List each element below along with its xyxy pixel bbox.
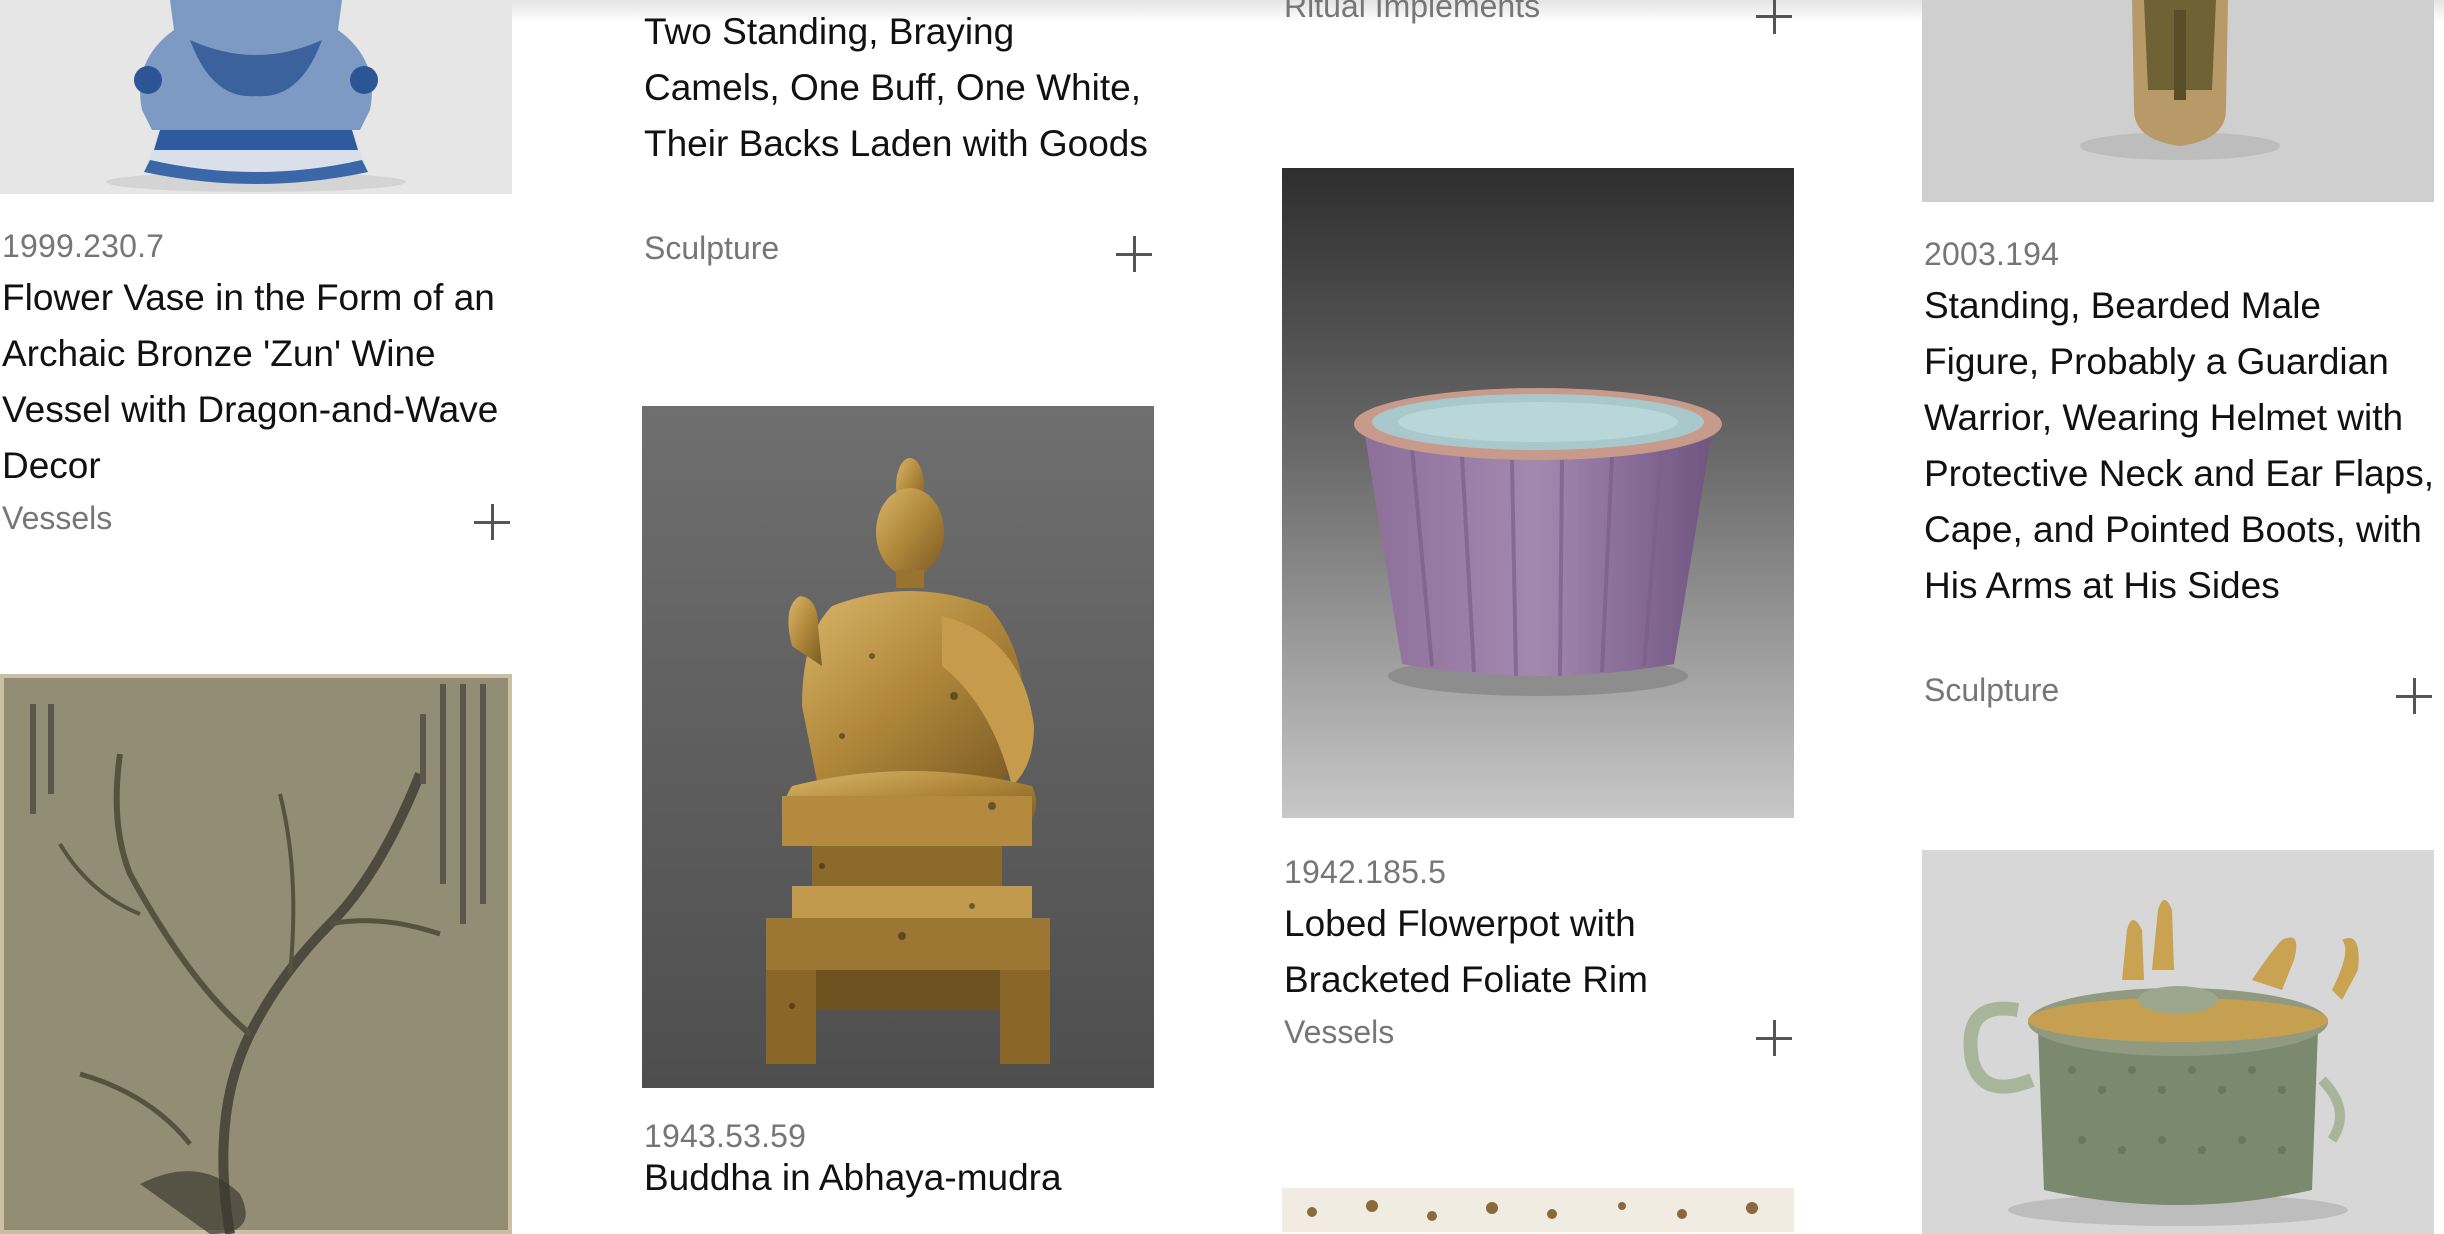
vase-image bbox=[0, 0, 512, 194]
accession-number: 1999.230.7 bbox=[2, 228, 165, 264]
flowerpot-image bbox=[1282, 168, 1794, 818]
add-to-favorites-button[interactable] bbox=[2396, 678, 2432, 714]
plum-blossom-painting-image bbox=[0, 674, 512, 1234]
artwork-title[interactable]: Flower Vase in the Form of an Archaic Br… bbox=[2, 270, 512, 494]
add-to-favorites-button[interactable] bbox=[474, 504, 510, 540]
artwork-title[interactable]: Buddha in Abhaya-mudra bbox=[644, 1150, 1154, 1206]
add-to-favorites-button[interactable] bbox=[1116, 236, 1152, 272]
artwork-title[interactable]: Lobed Flowerpot with Bracketed Foliate R… bbox=[1284, 896, 1794, 1008]
department-label: Vessels bbox=[1284, 1014, 1395, 1050]
artwork-image-buddha[interactable] bbox=[642, 406, 1154, 1088]
artwork-image-flowerpot[interactable] bbox=[1282, 168, 1794, 818]
lidded-vessel-image bbox=[1922, 850, 2434, 1234]
artwork-title[interactable]: Standing, Bearded Male Figure, Probably … bbox=[1924, 278, 2434, 614]
artwork-image-guardian[interactable] bbox=[1922, 0, 2434, 202]
artwork-title[interactable]: Two Standing, Braying Camels, One Buff, … bbox=[644, 4, 1154, 172]
artwork-image-vase[interactable] bbox=[0, 0, 512, 194]
department-label: Sculpture bbox=[644, 230, 780, 266]
artwork-image-plum-painting[interactable] bbox=[0, 674, 512, 1234]
add-to-favorites-button[interactable] bbox=[1756, 0, 1792, 34]
add-to-favorites-button[interactable] bbox=[1756, 1020, 1792, 1056]
department-label: Vessels bbox=[2, 500, 113, 536]
guardian-figure-image bbox=[1922, 0, 2434, 202]
department-label: Sculpture bbox=[1924, 672, 2060, 708]
buddha-image bbox=[642, 406, 1154, 1088]
artwork-image-vessel-birds[interactable] bbox=[1922, 850, 2434, 1234]
accession-number: 1942.185.5 bbox=[1284, 854, 1447, 890]
accession-number: 2003.194 bbox=[1924, 236, 2060, 272]
artwork-image-specimen[interactable] bbox=[1282, 1188, 1794, 1232]
specimen-image bbox=[1282, 1188, 1794, 1232]
department-label: Ritual Implements bbox=[1284, 0, 1541, 24]
